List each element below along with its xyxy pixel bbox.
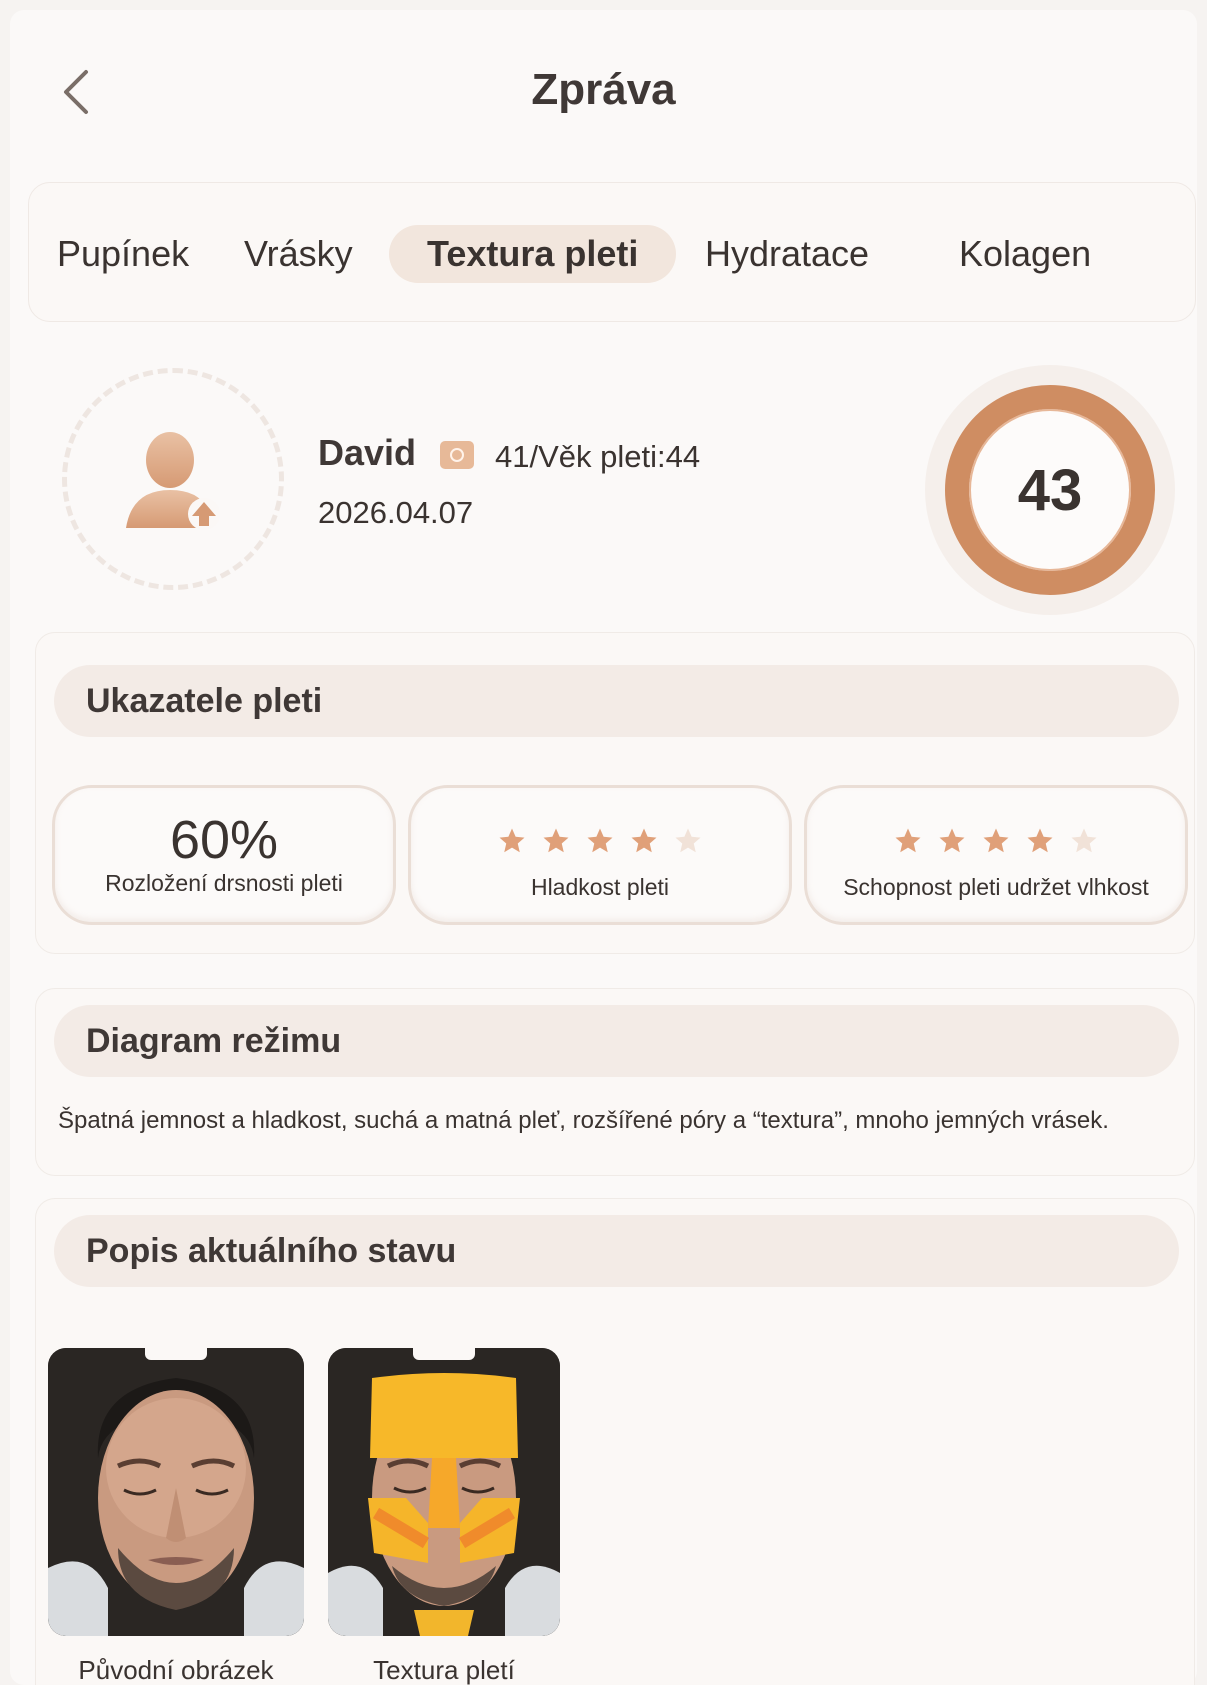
- moisture-metric: Schopnost pleti udržet vlhkost: [804, 785, 1188, 925]
- star-rating: [807, 826, 1185, 858]
- score-gauge: 43: [925, 365, 1175, 615]
- section-title: Popis aktuálního stavu: [54, 1215, 1179, 1287]
- mode-description: Špatná jemnost a hladkost, suchá a matná…: [58, 1107, 1109, 1134]
- mode-diagram-card: Diagram režimu Špatná jemnost a hladkost…: [35, 988, 1195, 1176]
- tab-hydratace[interactable]: Hydratace: [705, 225, 869, 283]
- star-icon: [587, 828, 613, 853]
- original-photo[interactable]: [48, 1348, 304, 1636]
- star-icon: [499, 828, 525, 853]
- star-icon: [675, 828, 701, 853]
- star-icon: [543, 828, 569, 853]
- photo-tab: [413, 1348, 475, 1360]
- report-page: Zpráva Pupínek Vrásky Textura pleti Hydr…: [10, 10, 1197, 1685]
- tab-pupinek[interactable]: Pupínek: [57, 225, 189, 283]
- smoothness-label: Hladkost pleti: [530, 874, 670, 900]
- tab-vrasky[interactable]: Vrásky: [244, 225, 353, 283]
- camera-icon[interactable]: [440, 441, 474, 469]
- star-icon: [895, 828, 921, 853]
- original-photo-caption: Původní obrázek: [78, 1655, 274, 1685]
- tab-textura-pleti[interactable]: Textura pleti: [389, 225, 677, 283]
- photo-tab: [145, 1348, 207, 1360]
- roughness-metric: 60% Rozložení drsnosti pleti: [52, 785, 396, 925]
- star-icon: [631, 828, 657, 853]
- section-title: Ukazatele pleti: [54, 665, 1179, 737]
- skin-indicators-card: Ukazatele pleti 60% Rozložení drsnosti p…: [35, 632, 1195, 954]
- page-title: Zpráva: [531, 65, 676, 114]
- moisture-label: Schopnost pleti udržet vlhkost: [843, 874, 1149, 900]
- roughness-value: 60%: [169, 810, 279, 870]
- user-name: David: [318, 432, 417, 473]
- tab-kolagen[interactable]: Kolagen: [959, 225, 1091, 283]
- face-image: [48, 1348, 304, 1636]
- user-upload-icon: [126, 432, 220, 530]
- roughness-label: Rozložení drsnosti pleti: [105, 870, 343, 896]
- category-tabs: Pupínek Vrásky Textura pleti Hydratace K…: [28, 182, 1196, 322]
- star-icon: [1071, 828, 1097, 853]
- star-icon: [1027, 828, 1053, 853]
- star-rating: [411, 826, 789, 858]
- texture-photo[interactable]: [328, 1348, 560, 1636]
- texture-photo-caption: Textura pletí: [373, 1655, 515, 1685]
- smoothness-metric: Hladkost pleti: [408, 785, 792, 925]
- star-icon: [939, 828, 965, 853]
- age-text: 41/Věk pleti:44: [495, 439, 701, 474]
- report-date: 2026.04.07: [318, 495, 474, 530]
- score-value: 43: [1017, 457, 1083, 523]
- face-texture-image: [328, 1348, 560, 1636]
- section-title: Diagram režimu: [54, 1005, 1179, 1077]
- score-ring: 43: [945, 385, 1155, 595]
- avatar[interactable]: [62, 368, 284, 590]
- star-icon: [983, 828, 1009, 853]
